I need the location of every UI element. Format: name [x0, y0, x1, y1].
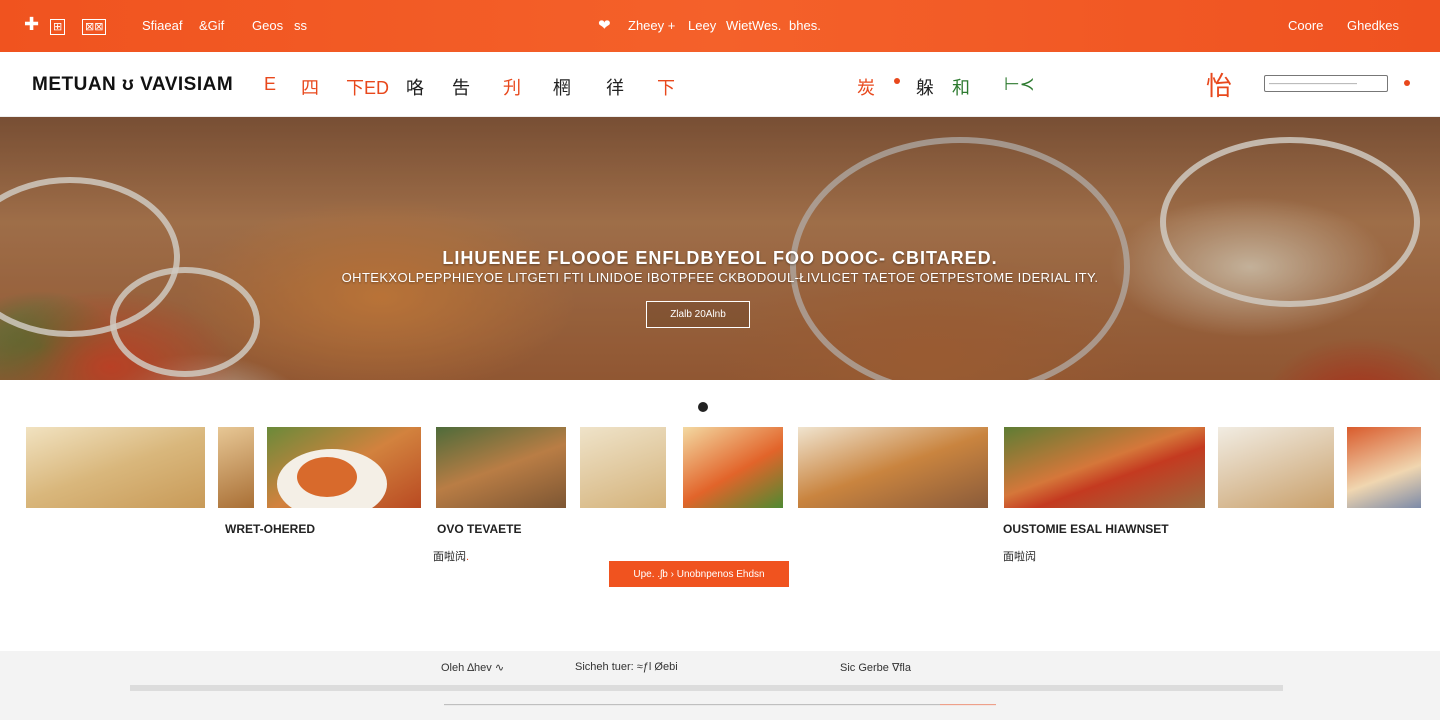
- nav-right-item-2[interactable]: 躲: [916, 74, 934, 100]
- food-thumb-10[interactable]: [1347, 427, 1421, 508]
- search-input[interactable]: [1264, 75, 1388, 92]
- hero-subtitle: OHTEKXOLPEPPHIEYOE LITGETI FTI LINIDOE I…: [341, 270, 1099, 285]
- hero-banner: LIHUENEE FLOOOE ENFLDBYEOL FOO DOOC- CBI…: [0, 117, 1440, 380]
- card-title-3[interactable]: OUSTOMIE ESAL HIAWNSET: [1003, 522, 1169, 536]
- topbar-center-link-1[interactable]: Zheey +: [628, 18, 675, 33]
- footer-copyright: ————————————————————————————————————————…: [444, 700, 996, 709]
- brand-logo[interactable]: METUAN ʊ VAVISIAM: [32, 74, 233, 96]
- nav-item-6[interactable]: 刋: [503, 74, 521, 100]
- topbar-link-6[interactable]: ss: [294, 18, 307, 33]
- top-bar: ✚ ⊞ ⊠⊠ Sfiaeaf &Gif Geos ss ❤ Zheey + Le…: [0, 0, 1440, 52]
- brand-icon[interactable]: 怡: [1206, 66, 1232, 103]
- footer-link-group-2[interactable]: Sicheh tuer: ≈ƒl Øebi: [575, 661, 678, 673]
- topbar-center-link-4[interactable]: bhes.: [789, 18, 821, 33]
- topbar-link-1[interactable]: ⊞: [50, 18, 66, 35]
- topbar-link-3[interactable]: Sfiaeaf: [142, 18, 182, 33]
- notification-dot: [894, 78, 900, 84]
- food-thumb-1[interactable]: [26, 427, 205, 508]
- nav-item-9[interactable]: 下: [657, 74, 675, 100]
- nav-right-item-4[interactable]: ⊢≺: [1004, 74, 1035, 95]
- topbar-link-5[interactable]: Geos: [252, 18, 283, 33]
- footer-link-group-1[interactable]: Oleh ∆hev ∿: [441, 661, 504, 674]
- view-more-button[interactable]: Upe. .ʃb › Unobnpenos Ehdsn: [609, 561, 789, 587]
- topbar-center-link-3[interactable]: WietWes.: [726, 18, 781, 33]
- hero-cta-button[interactable]: Zlalb 20Alnb: [646, 301, 750, 328]
- food-thumb-2[interactable]: [218, 427, 254, 508]
- food-thumb-7[interactable]: [798, 427, 988, 508]
- nav-item-1[interactable]: E: [264, 74, 276, 95]
- food-thumb-5[interactable]: [580, 427, 666, 508]
- nav-right-item-3[interactable]: 和: [952, 74, 970, 100]
- nav-item-3[interactable]: 下ED: [346, 74, 389, 100]
- nav-item-5[interactable]: 吿: [452, 74, 470, 100]
- food-thumb-3[interactable]: [267, 427, 421, 508]
- food-thumb-8[interactable]: [1004, 427, 1205, 508]
- section-indicator: [698, 402, 708, 412]
- main-nav: METUAN ʊ VAVISIAM E 四 下ED 咯 吿 刋 棢 徉 下 炭 …: [0, 52, 1440, 117]
- topbar-right-link-1[interactable]: Coore: [1288, 18, 1323, 33]
- food-thumb-4[interactable]: [436, 427, 566, 508]
- card-meta-2: 面啦闶.: [433, 551, 470, 563]
- footer-divider: [130, 685, 1283, 691]
- topbar-link-2[interactable]: ⊠⊠: [82, 18, 107, 35]
- card-title-1[interactable]: WRET-OHERED: [225, 522, 315, 536]
- food-shape: [297, 457, 357, 497]
- nav-right-item-1[interactable]: 炭: [857, 74, 875, 100]
- food-thumb-6[interactable]: [683, 427, 783, 508]
- nav-item-2[interactable]: 四: [301, 74, 319, 100]
- footer-link-group-3[interactable]: Sic Gerbe ∇fla: [840, 661, 911, 674]
- card-title-2[interactable]: OVO TEVAETE: [437, 522, 521, 536]
- topbar-right-link-2[interactable]: Ghedkes: [1347, 18, 1399, 33]
- card-meta-3: 面啦闶: [1003, 551, 1036, 563]
- nav-item-7[interactable]: 棢: [553, 74, 571, 100]
- topbar-center-link-2[interactable]: Leey: [688, 18, 716, 33]
- heart-icon[interactable]: ❤: [598, 16, 611, 34]
- plus-icon[interactable]: ✚: [24, 14, 39, 35]
- nav-item-8[interactable]: 徉: [606, 74, 624, 100]
- topbar-link-4[interactable]: &Gif: [199, 18, 224, 33]
- footer: Oleh ∆hev ∿ Sicheh tuer: ≈ƒl Øebi Sic Ge…: [0, 651, 1440, 720]
- hero-title: LIHUENEE FLOOOE ENFLDBYEOL FOO DOOC- CBI…: [442, 248, 998, 268]
- food-thumb-9[interactable]: [1218, 427, 1334, 508]
- menu-dot[interactable]: [1404, 80, 1410, 86]
- nav-item-4[interactable]: 咯: [406, 74, 424, 100]
